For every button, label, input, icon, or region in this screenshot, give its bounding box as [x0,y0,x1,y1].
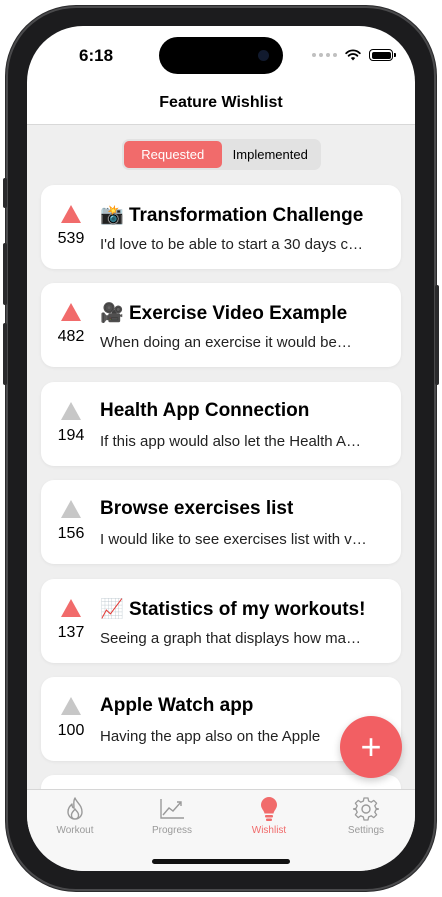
feature-description: I would like to see exercises list with … [100,531,367,548]
feature-title: Apple Watch app [100,695,254,716]
upvote-arrow-icon [61,697,81,715]
vote-count: 539 [57,230,85,247]
upvote-arrow-icon [61,500,81,518]
feature-title-text: Statistics of my workouts! [128,599,366,620]
upvote-arrow-icon [61,303,81,321]
segmented-control: Requested Implemented [122,139,321,170]
feature-emoji: 📸 [100,205,124,226]
screen: 6:18 Feature Wishlist Requested Implemen… [27,26,415,871]
tab-wishlist[interactable]: Wishlist [229,796,309,836]
lightbulb-icon [229,796,309,822]
feature-title: Health App Connection [100,400,310,421]
camera-icon [258,50,269,61]
vote-count: 100 [57,722,85,739]
feature-emoji: 📈 [100,599,124,620]
status-icons [312,49,396,61]
wishlist-content[interactable]: Requested Implemented 539 📸 Transformati… [27,125,415,789]
volume-up-button [3,243,7,305]
upvote-button[interactable]: 137 [53,599,89,642]
upvote-button[interactable]: 539 [53,205,89,248]
feature-card[interactable]: 194 Health App Connection If this app wo… [41,382,401,466]
feature-description: Seeing a graph that displays how ma… [100,630,361,647]
feature-card[interactable]: 539 📸 Transformation Challenge I'd love … [41,185,401,269]
flame-icon [35,796,115,822]
tab-workout[interactable]: Workout [35,796,115,836]
upvote-button[interactable]: 100 [53,697,89,740]
feature-card-partial[interactable] [41,775,401,789]
feature-card[interactable]: 156 Browse exercises list I would like t… [41,480,401,564]
vote-count: 482 [57,328,85,345]
segment-implemented[interactable]: Implemented [222,141,320,168]
cellular-signal-icon [312,53,337,57]
vote-count: 156 [57,525,85,542]
feature-title: 📸 Transformation Challenge [100,203,363,227]
feature-description: I'd love to be able to start a 30 days c… [100,236,364,253]
status-bar: 6:18 [27,26,415,88]
vote-count: 194 [57,427,85,444]
tab-label: Progress [151,825,192,836]
feature-description: If this app would also let the Health A… [100,433,361,450]
tab-label: Wishlist [251,825,287,836]
tab-progress[interactable]: Progress [132,796,212,836]
power-button [435,285,439,385]
tab-bar: Workout Progress Wishlist Settings [27,789,415,871]
status-time: 6:18 [79,46,114,65]
segment-requested[interactable]: Requested [124,141,222,168]
home-indicator [152,859,290,864]
upvote-arrow-icon [61,599,81,617]
feature-title-text: Transformation Challenge [128,205,364,226]
chart-icon [132,796,212,822]
page-title: Feature Wishlist [159,94,283,111]
tab-label: Workout [56,825,94,836]
gear-icon [326,796,406,822]
upvote-arrow-icon [61,205,81,223]
feature-title: 🎥 Exercise Video Example [100,301,347,325]
battery-icon [369,49,396,61]
feature-card[interactable]: 482 🎥 Exercise Video Example When doing … [41,283,401,367]
tab-settings[interactable]: Settings [326,796,406,836]
feature-title: Browse exercises list [100,498,294,519]
upvote-arrow-icon [61,402,81,420]
feature-title-text: Exercise Video Example [128,303,348,324]
add-feature-button[interactable]: + [340,716,402,778]
feature-description: When doing an exercise it would be… [100,334,352,351]
upvote-button[interactable]: 156 [53,500,89,543]
feature-card[interactable]: 137 📈 Statistics of my workouts! Seeing … [41,579,401,663]
navigation-bar: Feature Wishlist [27,88,415,125]
vote-count: 137 [57,624,85,641]
wifi-icon [345,49,361,61]
upvote-button[interactable]: 482 [53,303,89,346]
feature-title: 📈 Statistics of my workouts! [100,597,365,621]
volume-down-button [3,323,7,385]
dynamic-island [159,37,283,74]
feature-emoji: 🎥 [100,303,124,324]
upvote-button[interactable]: 194 [53,402,89,445]
action-button [3,178,7,208]
tab-label: Settings [347,825,385,836]
